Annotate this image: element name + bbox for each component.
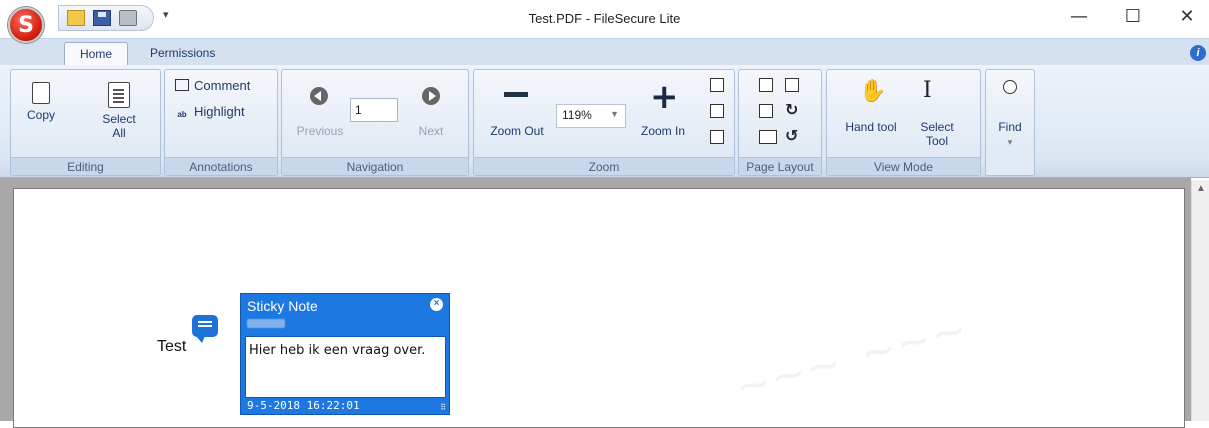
group-view-mode: ✋ Hand tool I Select Tool View Mode: [826, 69, 981, 176]
zoom-level-select[interactable]: 119% ▼: [556, 104, 626, 128]
zoom-out-icon: [504, 92, 528, 97]
group-find: Find ▾: [985, 69, 1035, 176]
highlight-label: Highlight: [194, 104, 245, 119]
vertical-scrollbar[interactable]: ▲: [1191, 180, 1209, 421]
two-page-icon[interactable]: [759, 130, 777, 144]
close-icon[interactable]: ×: [430, 298, 443, 311]
find-icon: [1003, 80, 1017, 94]
hand-tool-button[interactable]: Hand tool: [833, 120, 909, 134]
group-label-navigation: Navigation: [282, 157, 468, 175]
hand-icon: ✋: [859, 78, 887, 103]
sticky-note-date: 9-5-2018 16:22:01: [247, 399, 360, 412]
copy-label: Copy: [26, 108, 55, 122]
rotate-clockwise-icon[interactable]: ↻: [785, 100, 798, 120]
comment-label: Comment: [194, 78, 251, 93]
group-zoom: Zoom Out 119% ▼ + Zoom In Zoom: [473, 69, 735, 176]
title-bar: S ▾ Test.PDF - FileSecure Lite — ☐ ✕: [0, 0, 1209, 43]
chevron-down-icon: ▾: [1007, 137, 1013, 147]
fit-page-icon[interactable]: [710, 78, 724, 92]
document-viewport[interactable]: ~~~ ~~~ Test Sticky Note × Hier heb ik e…: [0, 178, 1191, 428]
group-navigation: Previous Next Navigation: [281, 69, 469, 176]
watermark: ~~~ ~~~: [730, 300, 977, 418]
select-tool-label-line2: Tool: [925, 134, 948, 148]
comment-annotation-icon[interactable]: [192, 315, 218, 343]
page-number-input[interactable]: [350, 98, 398, 122]
window-title: Test.PDF - FileSecure Lite: [528, 11, 681, 26]
group-editing: Copy Select All Editing: [10, 69, 161, 176]
group-label-page-layout: Page Layout: [739, 157, 821, 175]
previous-page-icon: [310, 87, 328, 105]
resize-grip-icon[interactable]: ⠿: [440, 403, 446, 412]
facing-page-icon[interactable]: [759, 104, 773, 118]
single-page-icon[interactable]: [759, 78, 773, 92]
chevron-down-icon: ▼: [610, 109, 619, 119]
find-label: Find: [998, 120, 1022, 134]
minimize-button[interactable]: —: [1064, 4, 1094, 30]
copy-button[interactable]: Copy: [19, 78, 63, 122]
sticky-note-title: Sticky Note: [247, 298, 318, 314]
select-all-label-line2: All: [112, 126, 126, 140]
select-all-button[interactable]: Select All: [89, 82, 149, 140]
select-tool-button[interactable]: Select Tool: [915, 120, 959, 148]
group-annotations: Comment ab Highlight Annotations: [164, 69, 278, 176]
tab-home[interactable]: Home: [64, 42, 128, 67]
info-icon[interactable]: i: [1190, 45, 1206, 61]
next-button[interactable]: Next: [414, 124, 448, 138]
scroll-up-icon[interactable]: ▲: [1192, 183, 1209, 194]
logo-letter: S: [18, 12, 34, 38]
zoom-out-button[interactable]: Zoom Out: [482, 124, 552, 138]
sticky-note-popup[interactable]: Sticky Note × Hier heb ik een vraag over…: [240, 293, 450, 415]
rotate-counterclockwise-icon[interactable]: ↺: [785, 126, 798, 146]
comment-icon: [175, 79, 189, 91]
ribbon: Copy Select All Editing Comment ab Highli…: [0, 65, 1209, 178]
highlight-icon: ab: [177, 110, 187, 119]
close-button[interactable]: ✕: [1172, 4, 1202, 30]
zoom-level-value: 119%: [562, 108, 592, 122]
select-all-icon: [108, 82, 130, 108]
group-page-layout: ↻ ↺ Page Layout: [738, 69, 822, 176]
pdf-page: ~~~ ~~~ Test Sticky Note × Hier heb ik e…: [13, 188, 1185, 428]
group-label-annotations: Annotations: [165, 157, 277, 175]
ribbon-tabs: Home Permissions i: [0, 38, 1209, 67]
fit-width-icon[interactable]: [710, 104, 724, 118]
previous-button[interactable]: Previous: [292, 124, 348, 138]
select-tool-label-line1: Select: [920, 120, 954, 134]
find-button[interactable]: Find ▾: [990, 120, 1030, 149]
group-label-editing: Editing: [11, 157, 160, 175]
document-text: Test: [157, 338, 187, 355]
tab-permissions[interactable]: Permissions: [142, 42, 223, 67]
sticky-note-body[interactable]: Hier heb ik een vraag over.: [245, 336, 446, 398]
zoom-in-icon: +: [650, 77, 679, 117]
copy-icon: [27, 78, 50, 104]
next-page-icon: [422, 87, 440, 105]
select-cursor-icon: I: [923, 78, 932, 103]
app-logo-button[interactable]: S: [8, 7, 44, 43]
maximize-button[interactable]: ☐: [1118, 4, 1148, 30]
select-all-label-line1: Select: [102, 112, 136, 126]
actual-size-icon[interactable]: [710, 130, 724, 144]
group-label-view-mode: View Mode: [827, 157, 980, 175]
continuous-page-icon[interactable]: [785, 78, 799, 92]
comment-button[interactable]: Comment: [175, 78, 250, 93]
highlight-button[interactable]: ab Highlight: [175, 104, 245, 122]
sticky-note-author-redacted: [247, 319, 285, 328]
zoom-in-button[interactable]: Zoom In: [632, 124, 694, 138]
group-label-zoom: Zoom: [474, 157, 734, 175]
